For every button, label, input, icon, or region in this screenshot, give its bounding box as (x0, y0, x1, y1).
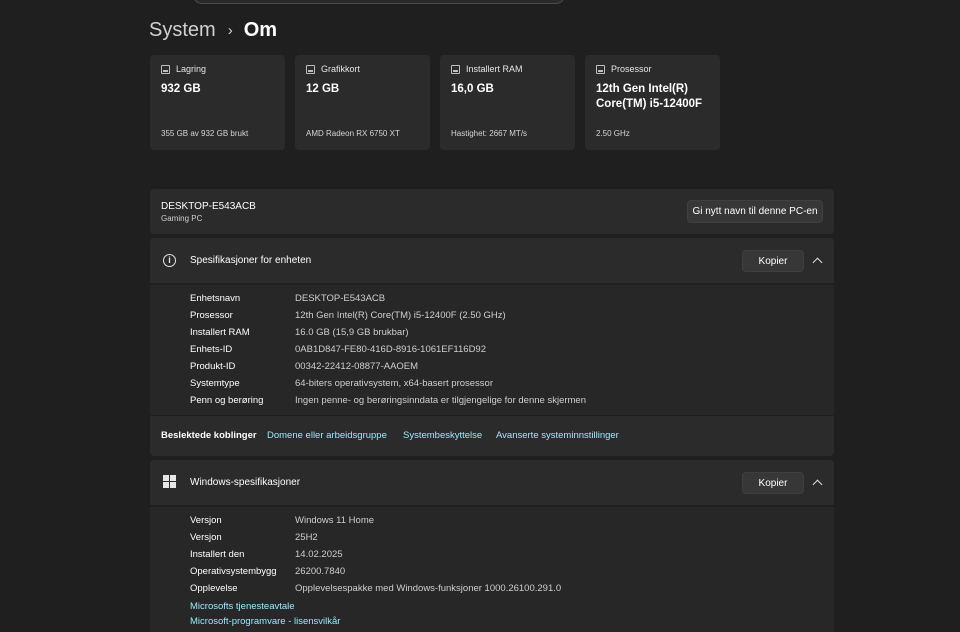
windows-specs-header[interactable]: Windows-spesifikasjoner Kopier (150, 460, 834, 505)
chevron-up-icon[interactable] (812, 257, 823, 268)
copy-device-specs-button[interactable]: Kopier (742, 250, 804, 272)
spec-label: Versjon (190, 532, 222, 543)
spec-value: Windows 11 Home (295, 515, 375, 526)
spec-value: 64-biters operativsystem, x64-basert pro… (295, 378, 493, 389)
spec-label: Enhets-ID (190, 344, 233, 355)
processor-icon (596, 64, 605, 74)
pc-name-row: DESKTOP-E543ACB Gaming PC Gi nytt navn t… (150, 189, 834, 234)
card-value: 16,0 GB (451, 83, 494, 95)
device-specs-list: Enhetsnavn DESKTOP-E543ACB Prosessor 12t… (150, 284, 834, 415)
spec-value: 14.02.2025 (295, 549, 343, 560)
spec-label: Systemtype (190, 378, 240, 389)
card-label: Installert RAM (466, 64, 523, 74)
summary-cards: Lagring 932 GB 355 GB av 932 GB brukt Gr… (150, 55, 720, 150)
link-license-terms[interactable]: Microsoft-programvare - lisensvilkår (190, 616, 340, 627)
spec-label: Enhetsnavn (190, 293, 241, 304)
spec-label: Produkt-ID (190, 361, 236, 372)
ram-icon (451, 64, 460, 74)
chevron-right-icon: › (227, 21, 233, 39)
spec-label: Opplevelse (190, 583, 238, 594)
card-subtext: AMD Radeon RX 6750 XT (306, 129, 400, 138)
card-graphics[interactable]: Grafikkort 12 GB AMD Radeon RX 6750 XT (295, 55, 430, 150)
graphics-card-icon (306, 64, 315, 74)
spec-value: Ingen penne- og berøringsinndata er tilg… (295, 395, 586, 406)
card-label: Lagring (176, 64, 207, 74)
card-label: Prosessor (611, 64, 652, 74)
spec-value: 26200.7840 (295, 566, 346, 577)
card-value: 12th Gen Intel(R) Core(TM) i5-12400F (596, 83, 703, 110)
chevron-up-icon[interactable] (812, 479, 823, 490)
card-value: 12 GB (306, 83, 340, 95)
copy-windows-specs-button[interactable]: Kopier (742, 472, 804, 494)
card-label: Grafikkort (321, 64, 361, 74)
spec-value: DESKTOP-E543ACB (295, 293, 386, 304)
link-services-agreement[interactable]: Microsofts tjenesteavtale (190, 601, 295, 612)
card-subtext: 355 GB av 932 GB brukt (161, 129, 249, 138)
device-specs-header[interactable]: i Spesifikasjoner for enheten Kopier (150, 238, 834, 283)
related-links: Beslektede koblinger Domene eller arbeid… (150, 416, 834, 456)
card-value: 932 GB (161, 83, 201, 95)
link-system-protection[interactable]: Systembeskyttelse (403, 430, 482, 441)
spec-value: 12th Gen Intel(R) Core(TM) i5-12400F (2.… (295, 310, 506, 321)
breadcrumb-system[interactable]: System (149, 19, 216, 42)
spec-value: 00342-22412-08877-AAOEM (295, 361, 419, 372)
storage-icon (161, 64, 170, 74)
search-box[interactable] (193, 0, 565, 4)
card-ram[interactable]: Installert RAM 16,0 GB Hastighet: 2667 M… (440, 55, 575, 150)
spec-label: Penn og berøring (190, 395, 264, 406)
card-processor[interactable]: Prosessor 12th Gen Intel(R) Core(TM) i5-… (585, 55, 720, 150)
section-title: Windows-spesifikasjoner (190, 477, 301, 488)
related-links-label: Beslektede koblinger (161, 430, 257, 441)
link-domain-workgroup[interactable]: Domene eller arbeidsgruppe (267, 430, 387, 441)
spec-label: Installert den (190, 549, 245, 560)
breadcrumb: System › Om (149, 16, 277, 44)
card-subtext: Hastighet: 2667 MT/s (451, 129, 528, 138)
spec-label: Versjon (190, 515, 222, 526)
spec-value: 16.0 GB (15,9 GB brukbar) (295, 327, 409, 338)
pc-type: Gaming PC (161, 214, 203, 223)
rename-pc-button[interactable]: Gi nytt navn til denne PC-en (687, 200, 823, 223)
spec-value: Opplevelsespakke med Windows-funksjoner … (295, 583, 562, 594)
spec-label: Prosessor (190, 310, 233, 321)
about-page: System › Om Lagring 932 GB 355 GB av 932… (0, 0, 960, 632)
spec-label: Operativsystembygg (190, 566, 277, 577)
page-title: Om (243, 18, 278, 41)
link-advanced-system-settings[interactable]: Avanserte systeminnstillinger (496, 430, 619, 441)
windows-specs-list: Versjon Windows 11 Home Versjon 25H2 Ins… (150, 506, 834, 632)
spec-value: 25H2 (295, 532, 318, 543)
card-subtext: 2.50 GHz (596, 129, 630, 138)
card-storage[interactable]: Lagring 932 GB 355 GB av 932 GB brukt (150, 55, 285, 150)
windows-logo-icon (163, 475, 176, 488)
spec-label: Installert RAM (190, 327, 250, 338)
info-icon: i (163, 254, 176, 267)
pc-name: DESKTOP-E543ACB (161, 201, 256, 212)
section-title: Spesifikasjoner for enheten (190, 255, 312, 266)
spec-value: 0AB1D847-FE80-416D-8916-1061EF116D92 (295, 344, 487, 355)
